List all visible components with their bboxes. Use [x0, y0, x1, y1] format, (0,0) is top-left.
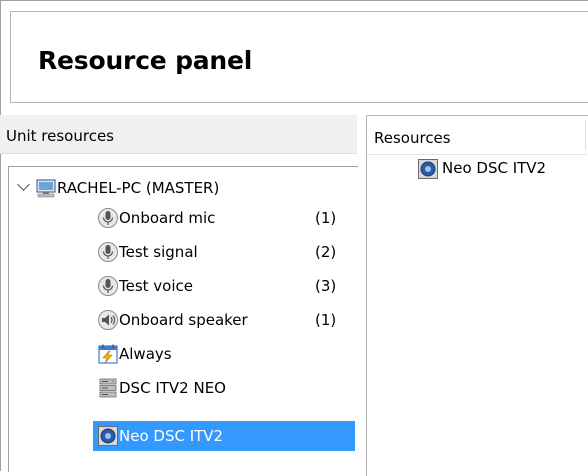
tree-item-label: Neo DSC ITV2 — [119, 427, 224, 445]
resources-header[interactable]: Resources — [367, 116, 587, 155]
speaker-icon — [98, 310, 118, 330]
tree-root-label: RACHEL-PC (MASTER) — [57, 179, 220, 197]
tree-item-onboard-mic[interactable]: Onboard mic (1) — [9, 203, 349, 233]
tree-item-label: Test signal — [119, 243, 198, 261]
server-icon — [99, 378, 117, 398]
tree-item-label: DSC ITV2 NEO — [119, 379, 226, 397]
column-separator[interactable] — [585, 120, 586, 150]
panel-title: Resource panel — [38, 46, 253, 75]
computer-icon — [36, 179, 56, 198]
chevron-down-icon[interactable] — [17, 178, 30, 191]
tree-item-count: (3) — [315, 277, 337, 295]
tree-item-test-voice[interactable]: Test voice (3) — [9, 271, 349, 301]
tree-item-count: (2) — [315, 243, 337, 261]
unit-resources-header: Unit resources — [0, 115, 357, 154]
tree-item-neo-dsc-itv2[interactable]: Neo DSC ITV2 — [93, 421, 355, 451]
microphone-icon — [98, 242, 118, 262]
calendar-lightning-icon — [98, 344, 118, 364]
gear-icon — [98, 426, 118, 446]
tree-item-label: Onboard mic — [119, 209, 216, 227]
resources-header-label: Resources — [374, 129, 451, 147]
tree-item-test-signal[interactable]: Test signal (2) — [9, 237, 349, 267]
tree-item-label: Always — [119, 345, 172, 363]
resource-item-label: Neo DSC ITV2 — [442, 159, 547, 177]
gear-icon — [418, 159, 438, 179]
microphone-icon — [98, 276, 118, 296]
tree-item-label: Test voice — [119, 277, 194, 295]
tree-item-label: Onboard speaker — [119, 311, 248, 329]
tree-item-onboard-speaker[interactable]: Onboard speaker (1) — [9, 305, 349, 335]
resources-panel[interactable]: Resources Neo DSC ITV2 — [366, 115, 588, 476]
tree-item-dsc-itv2-neo[interactable]: DSC ITV2 NEO — [9, 373, 349, 403]
tree-item-count: (1) — [315, 311, 337, 329]
microphone-icon — [98, 208, 118, 228]
panel-header: Resource panel — [10, 11, 588, 103]
tree-item-count: (1) — [315, 209, 337, 227]
unit-resources-header-label: Unit resources — [6, 127, 114, 145]
tree-root-row[interactable]: RACHEL-PC (MASTER) — [9, 173, 349, 203]
tree-item-always[interactable]: Always — [9, 339, 349, 369]
unit-resources-tree[interactable]: RACHEL-PC (MASTER) Onboard mic (1) Test … — [8, 166, 358, 472]
